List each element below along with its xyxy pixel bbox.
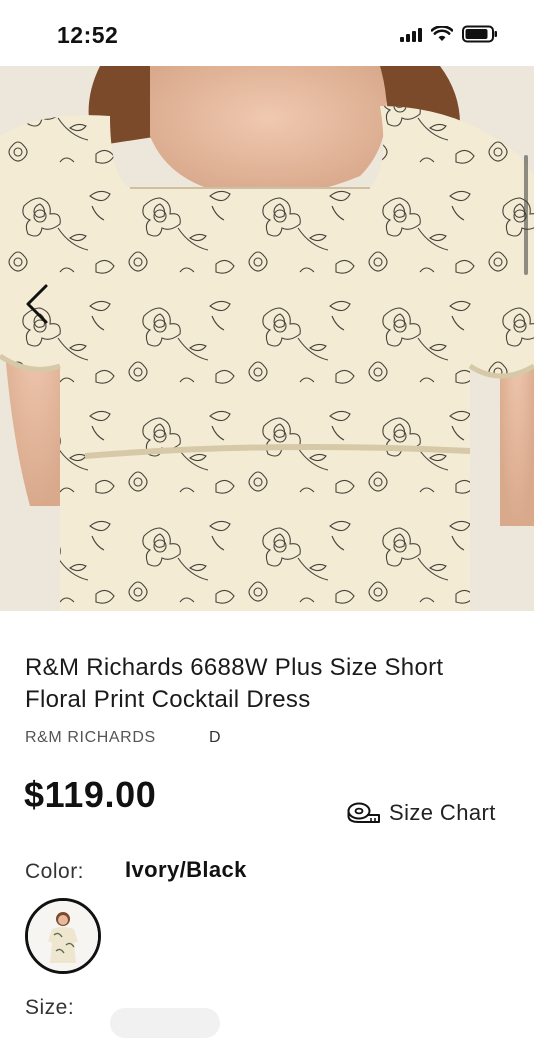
floral-dress-photo [0,66,534,611]
size-option-partial[interactable] [110,1008,220,1038]
status-bar: 12:52 [0,0,534,66]
size-chart-button[interactable]: Size Chart [347,800,496,826]
status-time: 12:52 [57,22,119,48]
product-price: $119.00 [24,774,157,815]
color-value: Ivory/Black [125,857,247,882]
brand-extra-text: D [209,729,221,746]
battery-icon [462,25,497,43]
product-title: R&M Richards 6688W Plus Size Short Flora… [25,654,444,713]
chevron-left-icon[interactable] [22,282,52,326]
signal-icon [400,26,422,42]
brand-link[interactable]: R&M RICHARDS [25,729,156,747]
status-icons [400,25,498,43]
measuring-tape-icon [347,802,380,823]
scroll-indicator[interactable] [524,155,528,275]
wifi-icon [431,26,453,41]
product-image[interactable] [0,66,534,611]
swatch-thumbnail [28,901,98,971]
color-swatch-ivory-black[interactable] [25,898,101,974]
color-label: Color: [25,860,85,883]
size-chart-label: Size Chart [389,800,496,825]
size-label: Size: [25,996,75,1019]
